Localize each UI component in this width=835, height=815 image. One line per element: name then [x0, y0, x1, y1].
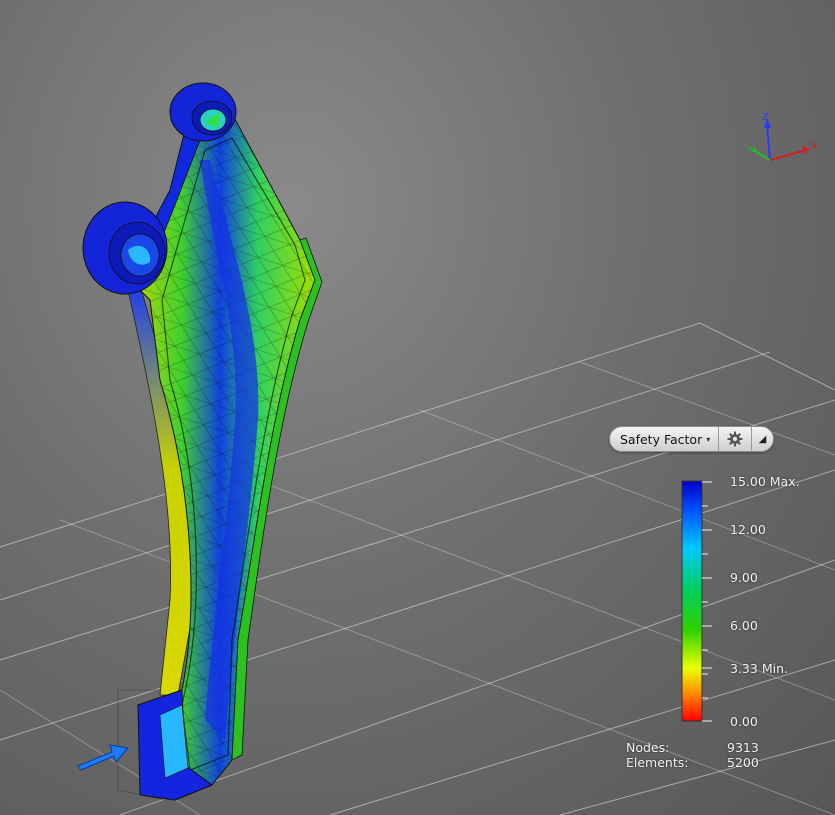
model-viewport[interactable]: Z Y X — [0, 0, 835, 815]
elements-label: Elements: — [626, 755, 689, 770]
legend-color-bar — [681, 480, 712, 722]
triad-z-label: Z — [762, 112, 769, 123]
collapse-triangle-icon: ◢ — [758, 433, 767, 445]
legend-tick: 6.00 — [730, 618, 758, 633]
triad-y-label: Y — [746, 145, 754, 156]
top-mount-boss[interactable] — [169, 82, 237, 142]
load-arrow-icon[interactable] — [77, 744, 129, 771]
legend-toolbar: Safety Factor ▾ ◢ — [609, 426, 774, 452]
nodes-value: 9313 — [727, 740, 759, 755]
result-type-label: Safety Factor — [620, 431, 703, 447]
chevron-down-icon: ▾ — [706, 434, 711, 444]
legend-tick: 0.00 — [730, 714, 758, 729]
triad-x-label: X — [811, 141, 818, 152]
legend-tick-min: 3.33 Min. — [730, 661, 788, 676]
legend-settings-button[interactable] — [719, 427, 752, 451]
legend-tick-max: 15.00 Max. — [730, 474, 800, 489]
ground-grid — [0, 322, 835, 815]
nodes-label: Nodes: — [626, 740, 670, 755]
bracket-part[interactable] — [82, 82, 323, 801]
left-mount-boss[interactable] — [82, 201, 168, 295]
view-triad[interactable]: Z Y X — [746, 112, 818, 161]
result-type-dropdown[interactable]: Safety Factor ▾ — [610, 427, 719, 451]
elements-value: 5200 — [727, 755, 759, 770]
legend-tick: 9.00 — [730, 570, 758, 585]
gear-icon — [727, 431, 743, 447]
legend-collapse-button[interactable]: ◢ — [752, 427, 773, 451]
legend-tick: 12.00 — [730, 522, 766, 537]
